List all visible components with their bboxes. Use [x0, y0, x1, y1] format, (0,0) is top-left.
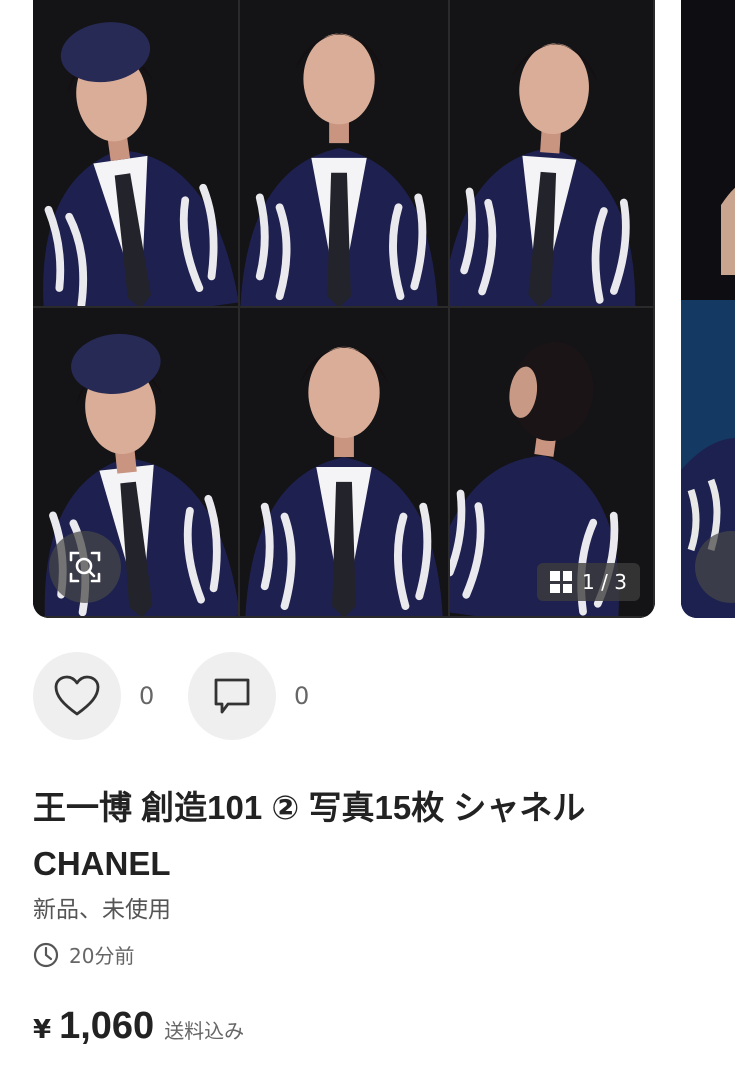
heart-icon	[54, 675, 100, 716]
like-action[interactable]: 0	[33, 652, 154, 740]
next-photo-art	[681, 0, 735, 618]
like-button[interactable]	[33, 652, 121, 740]
price-amount: 1,060	[59, 1005, 155, 1047]
posted-time-text: 20分前	[69, 944, 135, 968]
photo-counter[interactable]: 1 / 3	[537, 563, 640, 601]
item-title: 王一博 創造101 ② 写真15枚 シャネル CHANEL	[33, 789, 586, 882]
shipping-note: 送料込み	[164, 1019, 245, 1043]
item-condition: 新品、未使用	[33, 897, 171, 923]
zoom-button[interactable]	[49, 531, 121, 603]
posted-time: 20分前	[33, 940, 134, 969]
comment-count: 0	[294, 682, 310, 710]
comment-button[interactable]	[188, 652, 276, 740]
zoom-scan-icon	[69, 551, 101, 583]
price: ¥ 1,060 送料込み	[33, 1005, 244, 1048]
clock-icon	[33, 942, 59, 967]
comment-icon	[214, 678, 250, 714]
next-product-photo-peek[interactable]	[681, 0, 735, 618]
comment-action[interactable]: 0	[188, 652, 309, 740]
photo-tile	[240, 0, 450, 308]
grid-icon	[550, 571, 573, 593]
image-gallery[interactable]: 1 / 3	[0, 0, 735, 625]
photo-tile	[450, 0, 655, 308]
currency-symbol: ¥	[33, 1015, 52, 1045]
product-photo[interactable]	[33, 0, 655, 618]
like-count: 0	[139, 682, 155, 710]
photo-tile	[33, 0, 240, 308]
photo-tile	[240, 308, 450, 618]
photo-counter-text: 1 / 3	[582, 570, 627, 594]
